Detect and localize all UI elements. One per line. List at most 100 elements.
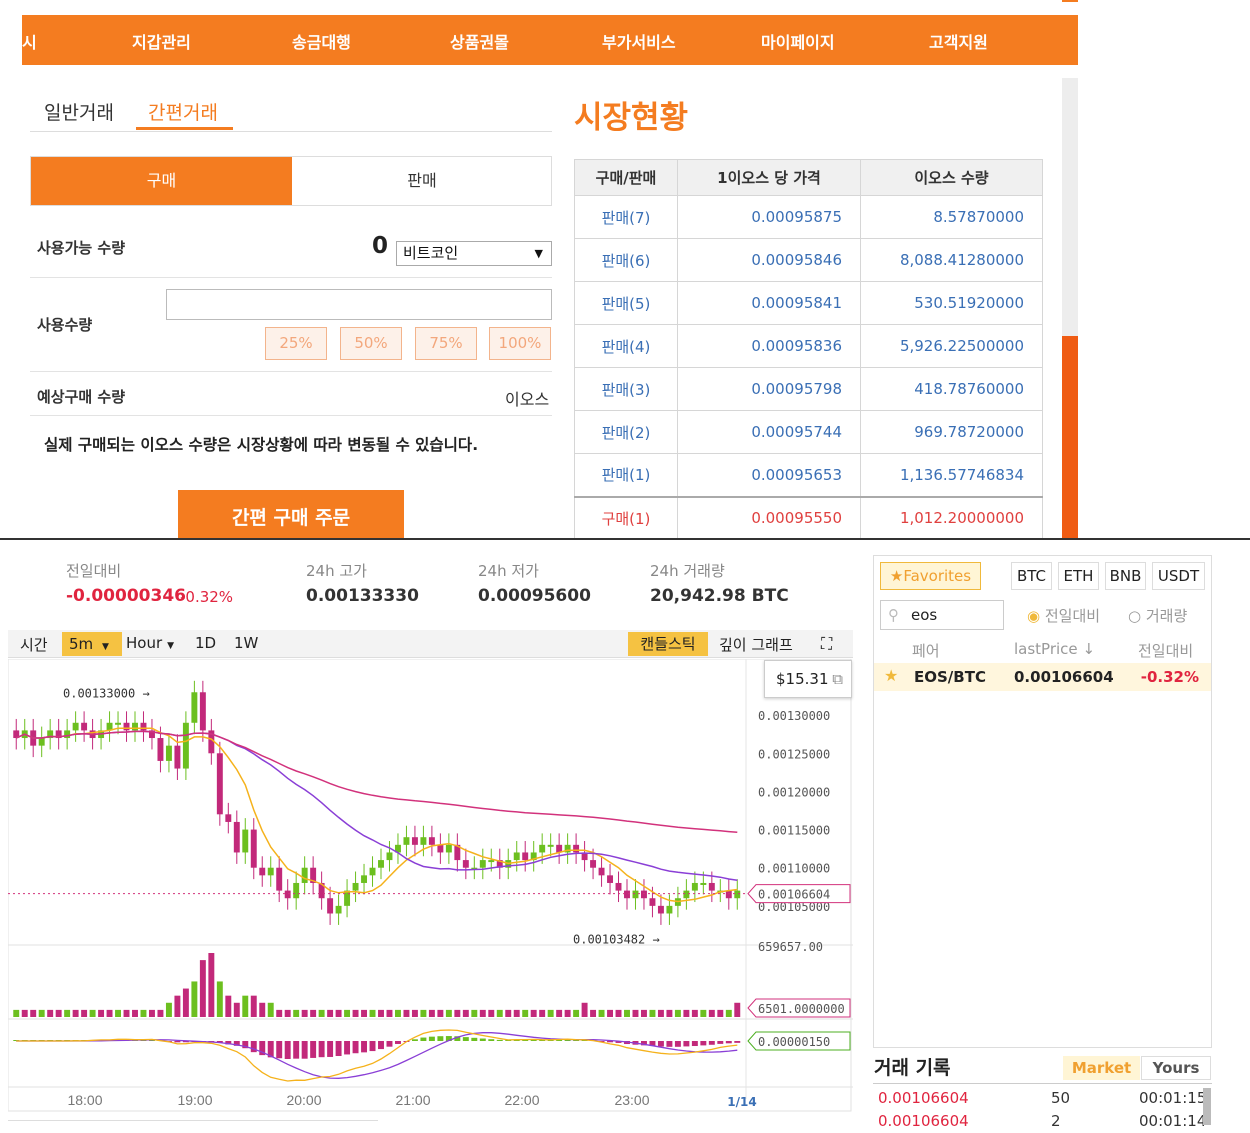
fullscreen-icon[interactable]: ⛶ xyxy=(821,634,832,654)
favorites-button[interactable]: ★Favorites xyxy=(880,562,981,590)
volume-bar xyxy=(98,1009,105,1017)
market-eth-button[interactable]: ETH xyxy=(1058,562,1099,590)
orderbook-row[interactable]: 판매(4) 0.00095836 5,926.22500000 xyxy=(574,324,1043,368)
candle-body xyxy=(411,837,418,845)
volume-bar xyxy=(522,1009,529,1017)
market-btc-button[interactable]: BTC xyxy=(1011,562,1052,590)
nav-item-mypage[interactable]: 마이페이지 xyxy=(761,29,835,53)
buy-tab[interactable]: 구매 xyxy=(31,157,292,205)
stat-change-pct: -0.32% xyxy=(180,588,234,606)
nav-item-support[interactable]: 고객지원 xyxy=(929,29,988,53)
orderbook-row[interactable]: 판매(3) 0.00095798 418.78760000 xyxy=(574,367,1043,411)
amount-label: 사용수량 xyxy=(37,316,93,334)
candle-body xyxy=(488,860,495,863)
candle-body xyxy=(607,875,614,883)
volume-bar xyxy=(556,1009,563,1017)
volume-bar xyxy=(708,1009,715,1017)
orderbook-row[interactable]: 판매(6) 0.00095846 8,088.41280000 xyxy=(574,238,1043,282)
tab-your-trades[interactable]: Yours xyxy=(1141,1056,1211,1080)
tab-market-trades[interactable]: Market xyxy=(1063,1056,1140,1080)
quick-buy-order-button[interactable]: 간편 구매 주문 xyxy=(178,490,404,538)
pct-100-button[interactable]: 100% xyxy=(489,327,551,360)
macd-bar xyxy=(318,1041,325,1058)
coin-select-value: 비트코인 xyxy=(403,244,459,262)
radio-change[interactable]: ◉ 전일대비 xyxy=(1027,605,1100,626)
page-scrollbar-thumb[interactable] xyxy=(1062,336,1078,538)
candlestick-toggle[interactable]: 캔들스틱 xyxy=(628,632,708,656)
order-side: 판매(6) xyxy=(574,238,678,282)
radio-volume[interactable]: ○ 거래량 xyxy=(1128,605,1187,626)
divider xyxy=(30,277,552,278)
order-qty: 530.51920000 xyxy=(860,281,1043,325)
volume-bar xyxy=(496,1009,503,1017)
volume-bar xyxy=(513,1009,520,1017)
nav-item-market-cut[interactable]: 시 xyxy=(22,29,37,53)
toolbar-1w[interactable]: 1W xyxy=(234,634,258,652)
favorites-label: Favorites xyxy=(903,567,972,585)
nav-item-giftcard[interactable]: 상품권몰 xyxy=(450,29,509,53)
amount-input[interactable] xyxy=(166,289,552,320)
macd-bar xyxy=(386,1041,393,1047)
sell-tab[interactable]: 판매 xyxy=(292,157,552,205)
star-icon[interactable]: ★ xyxy=(884,666,898,685)
chart-toolbar: 시간 5m ▼ Hour ▼ 1D 1W 캔들스틱 깊이 그래프 ⛶ xyxy=(8,630,853,658)
pair-row[interactable]: ★ EOS/BTC 0.00106604 -0.32% xyxy=(874,663,1211,691)
col-last-price[interactable]: lastPrice ↓ xyxy=(1014,640,1095,658)
time-axis-label: 18:00 xyxy=(67,1092,102,1108)
price-axis-label: 0.00130000 xyxy=(758,709,830,723)
market-bnb-button[interactable]: BNB xyxy=(1105,562,1146,590)
macd-bar xyxy=(293,1041,300,1059)
external-link-icon[interactable]: ⧉ xyxy=(832,661,843,697)
candle-body xyxy=(165,745,172,761)
nav-item-remit[interactable]: 송금대행 xyxy=(292,29,351,53)
volume-bar xyxy=(717,1009,724,1017)
tab-quick-trade[interactable]: 간편거래 xyxy=(148,98,218,125)
interval-select[interactable]: 5m ▼ xyxy=(62,632,122,656)
candle-body xyxy=(632,890,639,899)
macd-bar xyxy=(361,1041,368,1053)
orderbook-row[interactable]: 판매(5) 0.00095841 530.51920000 xyxy=(574,281,1043,325)
orderbook-row[interactable]: 판매(7) 0.00095875 8.57870000 xyxy=(574,195,1043,239)
nav-item-services[interactable]: 부가서비스 xyxy=(602,29,676,53)
pct-50-button[interactable]: 50% xyxy=(340,327,402,360)
volume-bar xyxy=(199,960,206,1017)
order-price: 0.00095836 xyxy=(677,324,861,368)
orderbook-row[interactable]: 판매(2) 0.00095744 969.78720000 xyxy=(574,410,1043,454)
macd-bar xyxy=(301,1041,308,1059)
candle-body xyxy=(691,882,698,891)
col-change[interactable]: 전일대비 xyxy=(1138,640,1193,661)
screenshot-divider xyxy=(0,538,1250,540)
col-header-side: 구매/판매 xyxy=(574,159,678,196)
candle-body xyxy=(598,867,605,876)
current-price-label: 0.00106604 xyxy=(758,888,830,902)
time-axis-label: 21:00 xyxy=(395,1092,430,1108)
trade-scrollbar[interactable] xyxy=(1203,1088,1211,1125)
toolbar-hour[interactable]: Hour ▼ xyxy=(126,634,174,652)
price-axis-label: 0.00115000 xyxy=(758,824,830,838)
orderbook-row[interactable]: 판매(1) 0.00095653 1,136.57746834 xyxy=(574,453,1043,497)
nav-item-wallet[interactable]: 지갑관리 xyxy=(132,29,191,53)
orderbook-row[interactable]: 구매(1) 0.00095550 1,012.20000000 xyxy=(574,495,1043,540)
candle-body xyxy=(666,905,673,914)
market-usdt-button[interactable]: USDT xyxy=(1152,562,1205,590)
depth-chart-toggle[interactable]: 깊이 그래프 xyxy=(719,634,793,655)
volume-bar xyxy=(488,1009,495,1017)
toolbar-1d[interactable]: 1D xyxy=(195,634,216,652)
time-axis-label: 22:00 xyxy=(504,1092,539,1108)
volume-bar xyxy=(115,1009,122,1017)
toolbar-time[interactable]: 시간 xyxy=(20,634,48,655)
coin-select[interactable]: 비트코인 ▼ xyxy=(396,241,552,266)
trade-history-list: 0.00106604 50 00:01:15 0.00106604 2 00:0… xyxy=(873,1083,1212,1133)
tab-normal-trade[interactable]: 일반거래 xyxy=(44,98,114,125)
macd-bar xyxy=(428,1036,435,1041)
candle-body xyxy=(216,753,223,815)
ma-mid-line xyxy=(15,730,738,881)
pct-75-button[interactable]: 75% xyxy=(415,327,477,360)
macd-bar xyxy=(437,1036,444,1041)
pct-25-button[interactable]: 25% xyxy=(265,327,327,360)
price-chart[interactable]: 0.00130000 0.00125000 0.00120000 0.00115000… xyxy=(8,659,853,1114)
macd-bar xyxy=(462,1037,469,1041)
pair-search-input[interactable]: ⚲ eos xyxy=(880,600,1004,630)
col-pair[interactable]: 페어 xyxy=(912,640,940,661)
volume-bar xyxy=(242,995,249,1017)
